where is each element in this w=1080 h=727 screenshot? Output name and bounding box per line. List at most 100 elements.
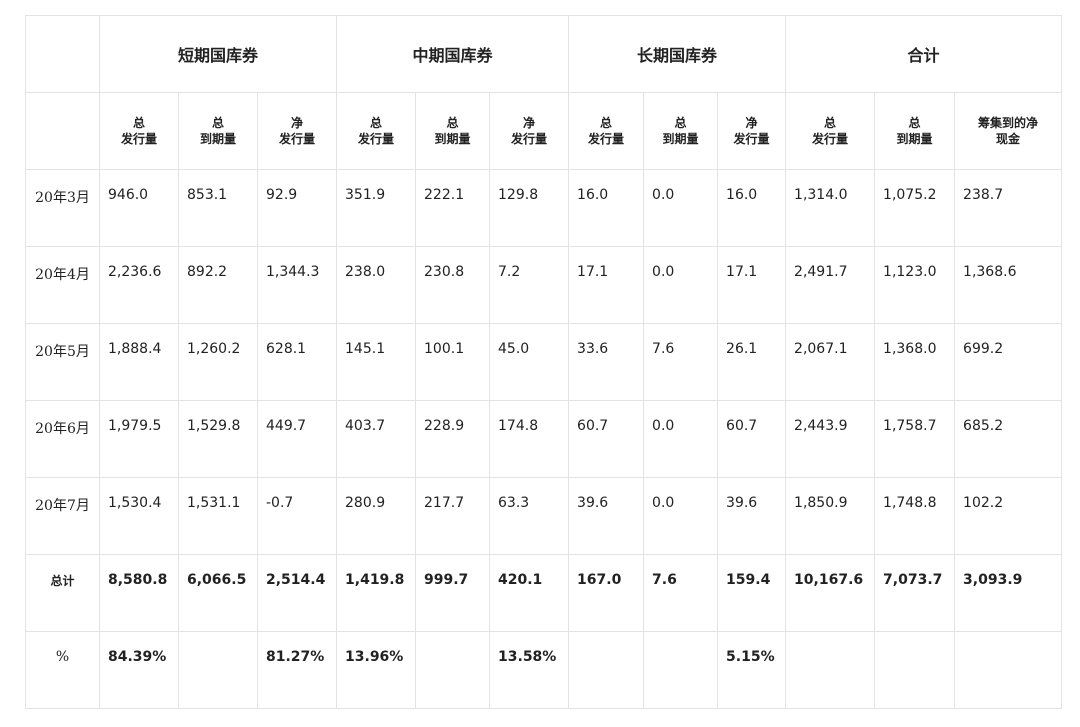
cell-value: 449.7 — [266, 418, 307, 434]
cell-value: 159.4 — [726, 572, 771, 588]
cell-value: 45.0 — [498, 341, 530, 357]
cell-value: 129.8 — [498, 187, 539, 203]
cell-value: 1,314.0 — [794, 187, 848, 203]
cell-value: 174.8 — [498, 418, 539, 434]
cell-value: 238.7 — [963, 187, 1004, 203]
column-header: 净发行量 — [489, 92, 570, 170]
cell-value: 0.0 — [652, 418, 675, 434]
table-cell: 60.7 — [568, 400, 645, 478]
table-cell: 167.0 — [568, 554, 645, 632]
table-cell — [874, 631, 956, 709]
row-label: 20年7月 — [25, 477, 100, 555]
table-cell: 1,314.0 — [785, 169, 876, 247]
table-cell: 100.1 — [415, 323, 491, 401]
cell-value: 628.1 — [266, 341, 307, 357]
table-cell: 0.0 — [643, 400, 719, 478]
table-cell: 16.0 — [568, 169, 645, 247]
cell-value: 13.58% — [498, 649, 557, 665]
table-cell: 1,368.6 — [954, 246, 1063, 324]
table-cell — [568, 631, 645, 709]
cell-value: 946.0 — [108, 187, 149, 203]
table-cell: 1,530.4 — [99, 477, 179, 555]
column-header-line: 发行量 — [812, 132, 849, 146]
table-cell — [954, 631, 1063, 709]
table-body: 20年3月 946.0 853.1 92.9 351.9 222.1 129.8 16.0 0.… — [25, 169, 1063, 709]
cell-value: 2,514.4 — [266, 572, 326, 588]
table-cell: 7.6 — [643, 554, 719, 632]
table-cell: 2,491.7 — [785, 246, 876, 324]
table-cell: 238.7 — [954, 169, 1063, 247]
cell-value: 1,850.9 — [794, 495, 848, 511]
row-label-text: 20年7月 — [35, 498, 90, 514]
subheader-corner — [25, 92, 100, 170]
cell-value: 0.0 — [652, 495, 675, 511]
table-cell: 0.0 — [643, 169, 719, 247]
cell-value: 403.7 — [345, 418, 386, 434]
column-header: 净发行量 — [717, 92, 787, 170]
cell-value: -0.7 — [266, 495, 294, 511]
group-header-row: 短期国库券 中期国库券 长期国库券 合计 — [25, 15, 1063, 93]
corner-cell — [25, 15, 100, 93]
cell-value: 228.9 — [424, 418, 465, 434]
cell-value: 81.27% — [266, 649, 325, 665]
cell-value: 17.1 — [726, 264, 758, 280]
column-header-line: 总 — [446, 116, 459, 130]
table-cell: 6,066.5 — [178, 554, 258, 632]
treasury-issuance-table: 短期国库券 中期国库券 长期国库券 合计 总发行量总到期量净发行量总发行量总到期… — [25, 15, 1063, 709]
cell-value: 6,066.5 — [187, 572, 247, 588]
cell-value: 7.6 — [652, 341, 675, 357]
table-cell: 63.3 — [489, 477, 570, 555]
column-header: 总到期量 — [874, 92, 956, 170]
row-label-text: % — [55, 649, 70, 665]
cell-value: 92.9 — [266, 187, 298, 203]
cell-value — [424, 632, 489, 649]
row-label: % — [25, 631, 100, 709]
table-row: 20年4月 2,236.6 892.2 1,344.3 238.0 230.8 7.2 17.… — [25, 246, 1063, 324]
column-header-line: 发行量 — [588, 132, 625, 146]
table-cell: 228.9 — [415, 400, 491, 478]
group-header-medium-term: 中期国库券 — [336, 15, 570, 93]
cell-value: 13.96% — [345, 649, 404, 665]
table-cell: 26.1 — [717, 323, 787, 401]
table-cell: 13.58% — [489, 631, 570, 709]
row-label: 20年3月 — [25, 169, 100, 247]
cell-value: 3,093.9 — [963, 572, 1023, 588]
table-row: 20年7月 1,530.4 1,531.1 -0.7 280.9 217.7 63.3 39.… — [25, 477, 1063, 555]
table-cell: 7.6 — [643, 323, 719, 401]
table-cell: 238.0 — [336, 246, 417, 324]
row-label-text: 20年5月 — [35, 344, 90, 360]
cell-value: 7.2 — [498, 264, 521, 280]
cell-value: 167.0 — [577, 572, 622, 588]
column-header-line: 发行量 — [358, 132, 395, 146]
column-header-line: 总 — [211, 116, 224, 130]
table-cell: 17.1 — [568, 246, 645, 324]
cell-value: 102.2 — [963, 495, 1004, 511]
table-cell — [178, 631, 258, 709]
cell-value: 16.0 — [577, 187, 609, 203]
table-cell — [415, 631, 491, 709]
table-cell: 45.0 — [489, 323, 570, 401]
cell-value: 280.9 — [345, 495, 386, 511]
cell-value: 892.2 — [187, 264, 228, 280]
column-header-line: 发行量 — [279, 132, 316, 146]
cell-value: 1,979.5 — [108, 418, 162, 434]
row-label-text: 20年6月 — [35, 421, 90, 437]
table-cell: 1,979.5 — [99, 400, 179, 478]
table-cell: 7,073.7 — [874, 554, 956, 632]
cell-value — [794, 632, 874, 649]
cell-value: 685.2 — [963, 418, 1004, 434]
cell-value: 60.7 — [577, 418, 609, 434]
table-cell: 5.15% — [717, 631, 787, 709]
cell-value: 1,531.1 — [187, 495, 241, 511]
cell-value: 84.39% — [108, 649, 167, 665]
cell-value: 420.1 — [498, 572, 543, 588]
table-cell: 230.8 — [415, 246, 491, 324]
column-header-line: 到期量 — [896, 132, 933, 146]
cell-value: 217.7 — [424, 495, 465, 511]
cell-value: 39.6 — [577, 495, 609, 511]
table-cell: 892.2 — [178, 246, 258, 324]
column-header: 总发行量 — [336, 92, 417, 170]
table-row: 20年3月 946.0 853.1 92.9 351.9 222.1 129.8 16.0 0.… — [25, 169, 1063, 247]
total-row: 总计 8,580.8 6,066.5 2,514.4 1,419.8 999.7 420.1… — [25, 554, 1063, 632]
table-cell: 7.2 — [489, 246, 570, 324]
